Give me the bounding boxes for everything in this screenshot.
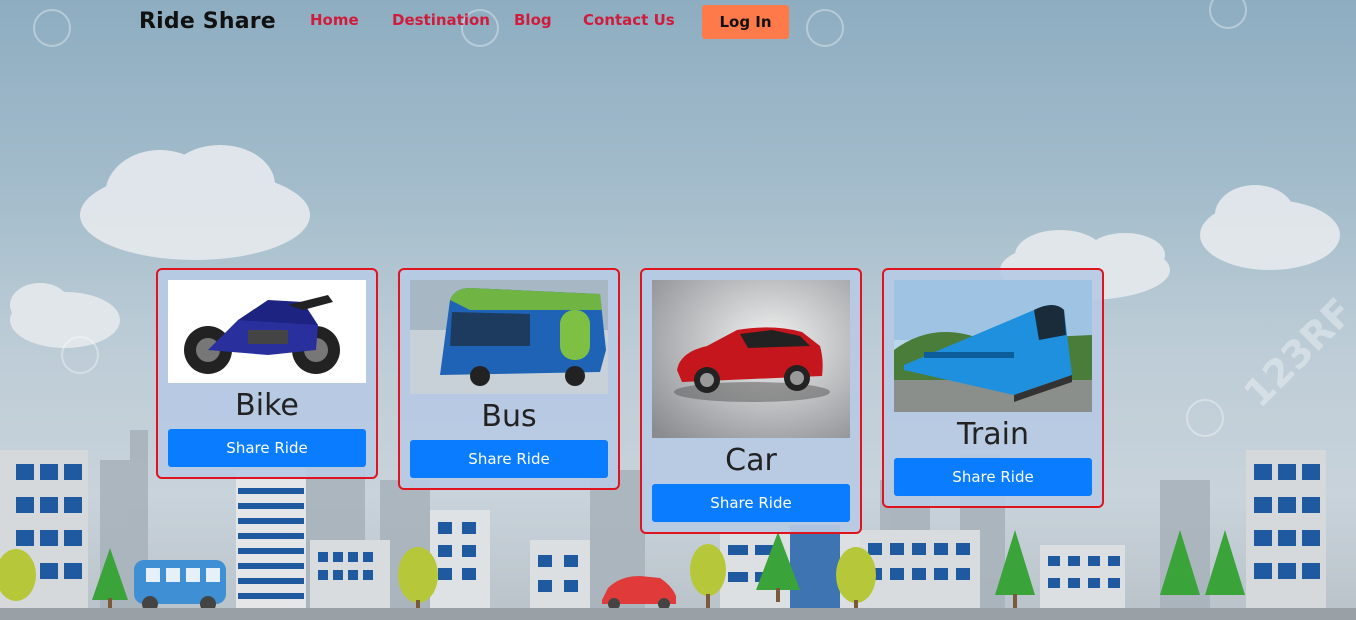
ride-card-bus: Bus Share Ride [398,268,620,490]
nav-link-home[interactable]: Home [310,11,359,29]
nav-link-destination[interactable]: Destination [392,11,490,29]
motorcycle-image [168,280,366,383]
train-image [894,280,1092,412]
share-ride-button[interactable]: Share Ride [168,429,366,467]
card-title: Car [725,443,777,478]
nav-link-contact-us[interactable]: Contact Us [583,11,675,29]
ride-card-car: Car Share Ride [640,268,862,534]
card-title: Bus [481,399,537,434]
watermark-text: 123RF [1235,290,1356,416]
share-ride-button[interactable]: Share Ride [652,484,850,522]
share-ride-button[interactable]: Share Ride [894,458,1092,496]
cartoon-bus [134,560,226,612]
card-title: Train [957,417,1029,452]
bus-image [410,280,608,394]
ride-card-train: Train Share Ride [882,268,1104,508]
top-navigation: Ride Share Home Destination Blog Contact… [0,0,1356,46]
car-image [652,280,850,438]
card-title: Bike [235,388,299,423]
login-button[interactable]: Log In [702,5,789,39]
brand-logo[interactable]: Ride Share [139,9,276,34]
ride-card-bike: Bike Share Ride [156,268,378,479]
share-ride-button[interactable]: Share Ride [410,440,608,478]
nav-link-blog[interactable]: Blog [514,11,552,29]
